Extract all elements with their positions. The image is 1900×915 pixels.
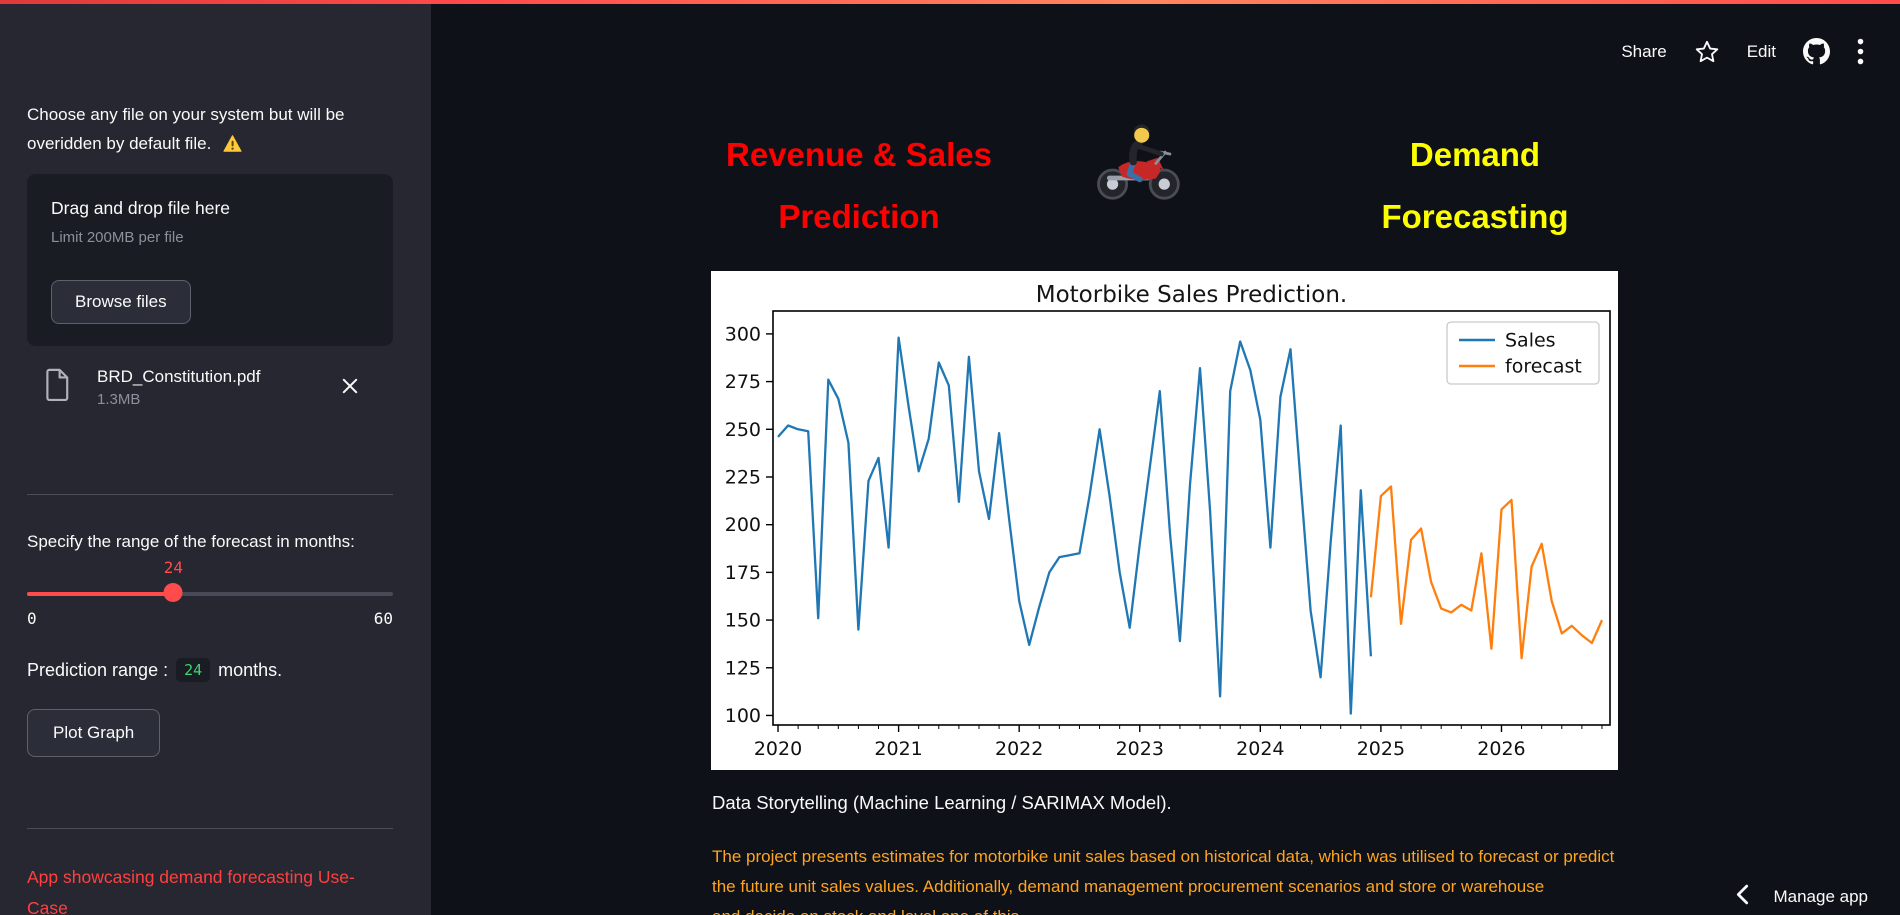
svg-text:125: 125 <box>725 657 761 679</box>
project-description: The project presents estimates for motor… <box>712 842 1624 915</box>
slider-fill <box>27 592 174 596</box>
app-root: Choose any file on your system but will … <box>0 0 1900 915</box>
github-icon[interactable] <box>1803 38 1830 65</box>
sidebar-divider-bottom <box>27 828 393 829</box>
heading-revenue-sales: Revenue & Sales Prediction <box>726 136 992 235</box>
description-line-2: the future unit sales values. Additional… <box>712 877 1545 896</box>
browse-files-button[interactable]: Browse files <box>51 280 191 324</box>
svg-text:275: 275 <box>725 371 761 393</box>
description-line-1: The project presents estimates for motor… <box>712 847 1615 866</box>
svg-text:2021: 2021 <box>874 738 922 760</box>
uploaded-file-name: BRD_Constitution.pdf <box>97 366 261 386</box>
sidebar-divider-top <box>27 494 393 495</box>
svg-text:Motorbike Sales Prediction.: Motorbike Sales Prediction. <box>1036 282 1348 308</box>
slider-max-label: 60 <box>373 609 393 628</box>
plot-graph-button[interactable]: Plot Graph <box>27 709 161 757</box>
svg-text:forecast: forecast <box>1505 356 1582 378</box>
sidebar-footer-note: App showcasing demand forecasting Use-Ca… <box>27 867 355 915</box>
uploaded-file-size: 1.3MB <box>97 390 141 408</box>
manage-app-button[interactable]: Manage app <box>1736 884 1868 910</box>
prediction-suffix: months. <box>218 659 283 680</box>
svg-text:2026: 2026 <box>1477 738 1525 760</box>
manage-app-label: Manage app <box>1773 887 1868 906</box>
svg-text:250: 250 <box>725 419 761 441</box>
svg-text:Sales: Sales <box>1505 330 1556 352</box>
heading-demand-forecasting: Demand Forecasting <box>1381 136 1569 235</box>
dropzone-limit: Limit 200MB per file <box>51 229 184 246</box>
slider-label: Specify the range of the forecast in mon… <box>27 532 355 551</box>
forecast-range-slider: 24 0 60 <box>27 558 393 630</box>
sidebar: Choose any file on your system but will … <box>0 4 431 915</box>
kebab-menu-icon[interactable] <box>1857 38 1864 65</box>
chart-caption: Data Storytelling (Machine Learning / SA… <box>712 792 1172 813</box>
description-line-3: and decide on stock and level one of thi… <box>712 902 1624 915</box>
share-button[interactable]: Share <box>1621 42 1666 62</box>
svg-text:2024: 2024 <box>1236 738 1284 760</box>
uploaded-file-info: BRD_Constitution.pdf 1.3MB <box>97 367 260 408</box>
star-icon[interactable] <box>1694 39 1720 65</box>
svg-text:100: 100 <box>725 705 761 727</box>
sales-chart: 100 125 150 175 200 225 250 275 300 2020 2021 2022 2… <box>711 271 1618 770</box>
svg-text:2022: 2022 <box>995 738 1043 760</box>
slider-thumb[interactable] <box>163 583 183 602</box>
svg-text:2020: 2020 <box>754 738 802 760</box>
uploader-label-text: Choose any file on your system but will … <box>27 105 345 153</box>
slider-track[interactable] <box>27 592 393 596</box>
svg-text:200: 200 <box>725 514 761 536</box>
prediction-value-badge: 24 <box>176 658 211 682</box>
prediction-range-line: Prediction range : 24 months. <box>27 658 393 682</box>
uploaded-file-row: BRD_Constitution.pdf 1.3MB <box>27 356 393 418</box>
sales-prediction-figure: 100 125 150 175 200 225 250 275 300 2020 2021 2022 2… <box>711 271 1618 770</box>
svg-text:175: 175 <box>725 562 761 584</box>
close-icon <box>341 378 359 398</box>
edit-button[interactable]: Edit <box>1747 42 1776 62</box>
remove-file-button[interactable] <box>337 373 363 402</box>
svg-text:150: 150 <box>725 610 761 632</box>
svg-text:300: 300 <box>725 323 761 345</box>
dropzone-title: Drag and drop file here <box>51 198 230 218</box>
prediction-prefix: Prediction range : <box>27 659 169 680</box>
svg-text:225: 225 <box>725 466 761 488</box>
svg-text:2023: 2023 <box>1116 738 1164 760</box>
app-toolbar: Share Edit <box>1621 38 1864 65</box>
file-dropzone[interactable]: Drag and drop file here Limit 200MB per … <box>27 174 393 346</box>
slider-min-label: 0 <box>27 609 37 628</box>
warning-icon <box>223 132 242 161</box>
svg-text:2025: 2025 <box>1357 738 1405 760</box>
slider-value: 24 <box>163 558 184 577</box>
uploader-label: Choose any file on your system but will … <box>27 100 383 161</box>
document-icon <box>45 368 71 406</box>
chevron-left-icon <box>1736 884 1749 910</box>
motorbike-emoji <box>1090 120 1184 210</box>
